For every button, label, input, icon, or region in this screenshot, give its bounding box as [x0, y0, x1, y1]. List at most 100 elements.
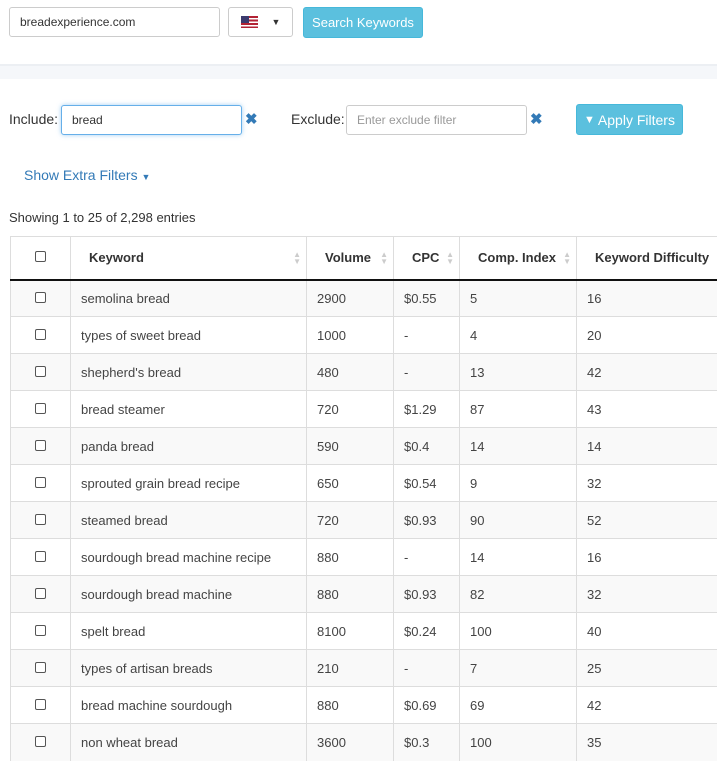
caret-down-icon: ▼: [272, 17, 281, 27]
header-cpc[interactable]: CPC▲▼: [394, 237, 460, 280]
cell-keyword-difficulty: 32: [577, 576, 717, 613]
row-checkbox[interactable]: [11, 354, 71, 391]
filter-icon: ▼: [584, 114, 595, 126]
cell-cpc: -: [394, 539, 460, 576]
exclude-input[interactable]: Enter exclude filter: [346, 105, 527, 135]
cell-comp-index: 82: [460, 576, 577, 613]
header-volume[interactable]: Volume▲▼: [307, 237, 394, 280]
clear-include-icon[interactable]: ✖: [245, 110, 258, 128]
table-row: types of sweet bread1000-420: [11, 317, 717, 354]
cell-volume: 210: [307, 650, 394, 687]
caret-down-icon: ▼: [141, 172, 150, 182]
search-keywords-button[interactable]: Search Keywords: [303, 7, 423, 38]
header-comp-index[interactable]: Comp. Index▲▼: [460, 237, 577, 280]
cell-comp-index: 100: [460, 724, 577, 761]
include-input[interactable]: bread: [61, 105, 242, 135]
table-row: non wheat bread3600$0.310035: [11, 724, 717, 761]
sort-icon: ▲▼: [446, 251, 454, 265]
cell-comp-index: 14: [460, 428, 577, 465]
row-checkbox[interactable]: [11, 650, 71, 687]
cell-keyword-difficulty: 40: [577, 613, 717, 650]
cell-volume: 720: [307, 391, 394, 428]
cell-keyword: bread steamer: [71, 391, 307, 428]
cell-volume: 880: [307, 539, 394, 576]
table-row: steamed bread720$0.939052: [11, 502, 717, 539]
us-flag-icon: [241, 16, 258, 28]
cell-keyword: panda bread: [71, 428, 307, 465]
cell-volume: 590: [307, 428, 394, 465]
apply-filters-label: Apply Filters: [598, 112, 675, 128]
cell-keyword-difficulty: 35: [577, 724, 717, 761]
cell-keyword-difficulty: 20: [577, 317, 717, 354]
cell-keyword: sprouted grain bread recipe: [71, 465, 307, 502]
cell-keyword-difficulty: 52: [577, 502, 717, 539]
extra-filters-label: Show Extra Filters: [24, 167, 138, 183]
cell-keyword: non wheat bread: [71, 724, 307, 761]
row-checkbox[interactable]: [11, 502, 71, 539]
cell-cpc: $0.93: [394, 502, 460, 539]
row-checkbox[interactable]: [11, 317, 71, 354]
show-extra-filters-link[interactable]: Show Extra Filters ▼: [24, 167, 150, 183]
cell-comp-index: 100: [460, 613, 577, 650]
cell-comp-index: 5: [460, 280, 577, 317]
cell-volume: 650: [307, 465, 394, 502]
cell-cpc: $0.69: [394, 687, 460, 724]
cell-volume: 720: [307, 502, 394, 539]
cell-keyword-difficulty: 32: [577, 465, 717, 502]
header-keyword[interactable]: Keyword▲▼: [71, 237, 307, 280]
cell-keyword: steamed bread: [71, 502, 307, 539]
cell-cpc: -: [394, 354, 460, 391]
table-row: spelt bread8100$0.2410040: [11, 613, 717, 650]
cell-keyword: sourdough bread machine recipe: [71, 539, 307, 576]
cell-cpc: -: [394, 317, 460, 354]
exclude-label: Exclude:: [291, 111, 345, 127]
table-row: types of artisan breads210-725: [11, 650, 717, 687]
row-checkbox[interactable]: [11, 687, 71, 724]
table-row: shepherd's bread480-1342: [11, 354, 717, 391]
clear-exclude-icon[interactable]: ✖: [530, 110, 543, 128]
cell-comp-index: 9: [460, 465, 577, 502]
cell-volume: 3600: [307, 724, 394, 761]
cell-comp-index: 69: [460, 687, 577, 724]
cell-comp-index: 13: [460, 354, 577, 391]
cell-keyword: bread machine sourdough: [71, 687, 307, 724]
cell-volume: 2900: [307, 280, 394, 317]
row-checkbox[interactable]: [11, 576, 71, 613]
cell-keyword: types of sweet bread: [71, 317, 307, 354]
table-header-row: Keyword▲▼ Volume▲▼ CPC▲▼ Comp. Index▲▼ K…: [11, 237, 717, 280]
select-all-checkbox[interactable]: [11, 237, 71, 280]
section-divider: [0, 64, 717, 79]
cell-cpc: $0.93: [394, 576, 460, 613]
cell-comp-index: 7: [460, 650, 577, 687]
header-keyword-difficulty[interactable]: Keyword Difficulty: [577, 237, 717, 280]
cell-cpc: -: [394, 650, 460, 687]
cell-keyword-difficulty: 16: [577, 539, 717, 576]
cell-cpc: $0.55: [394, 280, 460, 317]
cell-keyword: semolina bread: [71, 280, 307, 317]
entries-info: Showing 1 to 25 of 2,298 entries: [9, 210, 195, 225]
table-row: sourdough bread machine recipe880-1416: [11, 539, 717, 576]
row-checkbox[interactable]: [11, 724, 71, 761]
cell-volume: 880: [307, 576, 394, 613]
cell-keyword: spelt bread: [71, 613, 307, 650]
table-row: panda bread590$0.41414: [11, 428, 717, 465]
row-checkbox[interactable]: [11, 280, 71, 317]
domain-input[interactable]: breadexperience.com: [9, 7, 220, 37]
row-checkbox[interactable]: [11, 391, 71, 428]
keywords-table: Keyword▲▼ Volume▲▼ CPC▲▼ Comp. Index▲▼ K…: [10, 236, 717, 761]
row-checkbox[interactable]: [11, 465, 71, 502]
cell-cpc: $0.54: [394, 465, 460, 502]
country-select[interactable]: ▼: [228, 7, 293, 37]
cell-volume: 880: [307, 687, 394, 724]
table-row: semolina bread2900$0.55516: [11, 280, 717, 317]
apply-filters-button[interactable]: ▼Apply Filters: [576, 104, 683, 135]
cell-keyword-difficulty: 25: [577, 650, 717, 687]
cell-keyword: types of artisan breads: [71, 650, 307, 687]
cell-volume: 8100: [307, 613, 394, 650]
include-label: Include:: [9, 111, 58, 127]
row-checkbox[interactable]: [11, 428, 71, 465]
table-row: sprouted grain bread recipe650$0.54932: [11, 465, 717, 502]
cell-cpc: $0.3: [394, 724, 460, 761]
row-checkbox[interactable]: [11, 613, 71, 650]
row-checkbox[interactable]: [11, 539, 71, 576]
